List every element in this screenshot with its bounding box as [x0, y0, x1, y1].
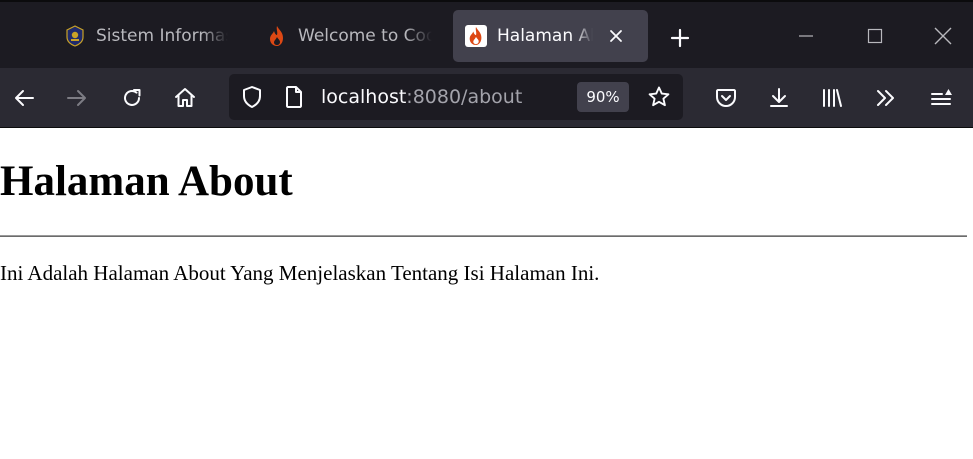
zoom-level-button[interactable]: 90%: [577, 82, 629, 112]
maximize-window-button[interactable]: [857, 20, 893, 52]
chevron-double-right-icon: [877, 90, 894, 106]
tab-title: Sistem Informasi: [96, 26, 228, 46]
divider: [0, 235, 967, 237]
tab-title: Halaman About: [497, 26, 593, 46]
url-text[interactable]: localhost:8080/about: [321, 86, 522, 108]
app-menu-button[interactable]: [926, 82, 958, 114]
url-path: :8080/about: [406, 86, 523, 108]
library-icon: [823, 89, 842, 107]
library-button[interactable]: [816, 82, 848, 114]
pocket-button[interactable]: [710, 82, 742, 114]
forward-button[interactable]: [61, 82, 93, 114]
plus-icon: [670, 28, 690, 48]
close-window-button[interactable]: [925, 20, 961, 52]
pocket-icon: [716, 89, 736, 107]
page-heading: Halaman About: [0, 158, 293, 205]
tab-welcome-codeigniter[interactable]: Welcome to CodeIgniter 4!: [254, 10, 444, 62]
overflow-menu-button[interactable]: [870, 82, 902, 114]
reload-button[interactable]: [116, 82, 148, 114]
back-button[interactable]: [8, 82, 40, 114]
tab-halaman-about[interactable]: Halaman About: [453, 10, 648, 62]
page-content: Halaman About Ini Adalah Halaman About Y…: [0, 129, 973, 459]
page-icon[interactable]: [282, 85, 306, 109]
reload-icon: [124, 89, 141, 106]
minimize-icon: [799, 35, 813, 37]
tab-title: Welcome to CodeIgniter 4!: [298, 26, 432, 46]
arrow-left-icon: [15, 90, 34, 106]
new-tab-button[interactable]: [664, 22, 696, 54]
navigation-toolbar: localhost:8080/about 90%: [0, 68, 973, 128]
home-icon: [175, 88, 195, 107]
address-bar[interactable]: localhost:8080/about 90%: [229, 74, 683, 120]
tab-sistem-informasi[interactable]: Sistem Informasi: [52, 10, 242, 62]
downloads-button[interactable]: [763, 82, 795, 114]
tab-strip: Sistem Informasi Welcome to CodeIgniter …: [0, 0, 973, 68]
codeigniter-flame-icon: [266, 25, 288, 47]
bookmark-star-icon[interactable]: [647, 85, 671, 109]
download-icon: [770, 88, 788, 107]
arrow-right-icon: [67, 90, 86, 106]
page-paragraph: Ini Adalah Halaman About Yang Menjelaska…: [0, 261, 600, 285]
maximize-icon: [867, 28, 883, 44]
minimize-window-button[interactable]: [788, 20, 824, 52]
codeigniter-flame-icon: [465, 25, 487, 47]
close-icon: [934, 27, 952, 45]
university-logo-icon: [64, 25, 86, 47]
home-button[interactable]: [169, 82, 201, 114]
url-host: localhost: [321, 86, 407, 108]
hamburger-menu-icon: [931, 89, 952, 105]
close-tab-icon[interactable]: [605, 25, 627, 47]
shield-icon[interactable]: [240, 85, 264, 109]
